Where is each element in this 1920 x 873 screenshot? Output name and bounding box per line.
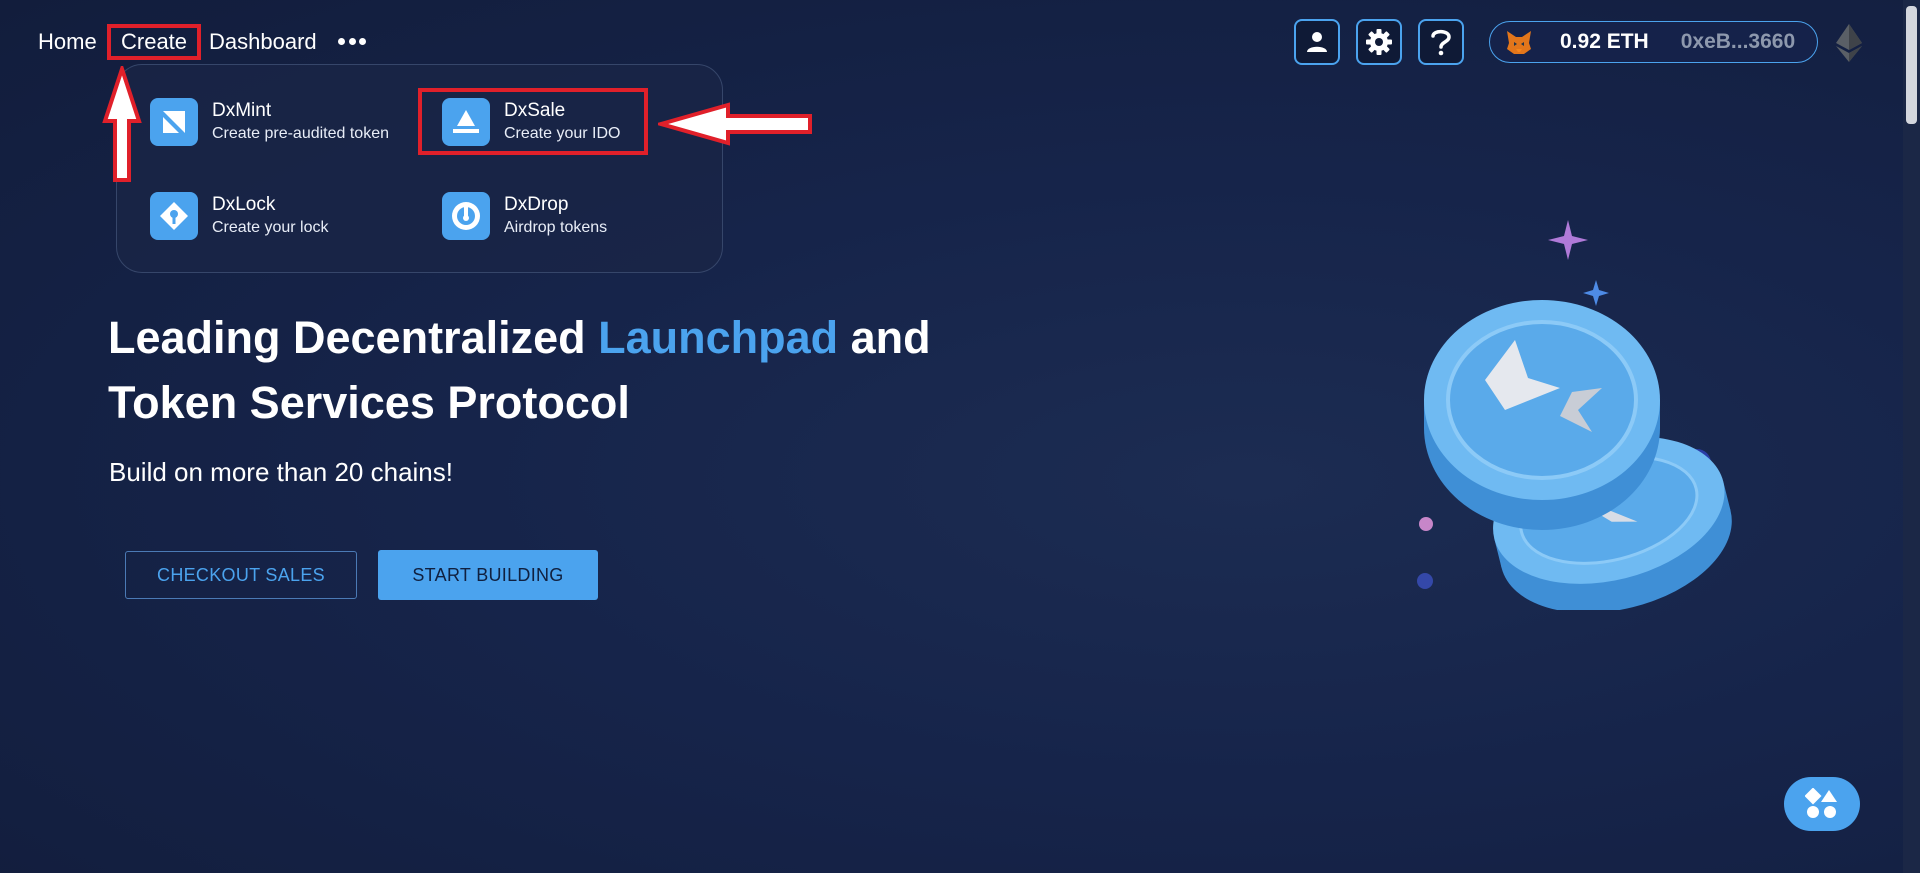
dropdown-item-subtitle: Create your IDO — [504, 125, 621, 142]
hero-title: Leading Decentralized Launchpad and Toke… — [108, 305, 988, 435]
hero-title-part1: Leading Decentralized — [108, 312, 599, 363]
dropdown-item-subtitle: Create pre-audited token — [212, 125, 389, 142]
page-scrollbar[interactable] — [1903, 0, 1920, 873]
settings-button[interactable] — [1356, 19, 1402, 65]
dropdown-item-dxmint[interactable]: DxMint Create pre-audited token — [150, 98, 389, 146]
dropdown-item-title: DxSale — [504, 100, 566, 121]
sparkle-purple — [1548, 220, 1588, 260]
dropdown-item-title: DxMint — [212, 100, 272, 121]
hero-subtitle: Build on more than 20 chains! — [109, 457, 453, 487]
metamask-fox-icon — [1507, 31, 1531, 54]
dropdown-item-subtitle: Airdrop tokens — [504, 219, 608, 236]
help-button[interactable] — [1418, 19, 1464, 65]
apps-fab-button[interactable] — [1784, 777, 1860, 831]
apps-shapes-icon — [1805, 788, 1837, 818]
coins-illustration — [1417, 220, 1732, 610]
wallet-balance: 0.92 ETH — [1560, 30, 1649, 53]
dropdown-item-dxdrop[interactable]: DxDrop Airdrop tokens — [442, 192, 607, 240]
wallet-address: 0xeB...3660 — [1680, 30, 1796, 53]
user-icon — [1307, 32, 1327, 52]
ethereum-icon[interactable] — [1836, 24, 1862, 62]
create-dropdown-menu: DxMint Create pre-audited token DxSale C… — [116, 64, 723, 273]
dropdown-item-title: DxLock — [212, 194, 276, 215]
account-button[interactable] — [1294, 19, 1340, 65]
dropdown-item-dxlock[interactable]: DxLock Create your lock — [150, 192, 329, 240]
dxsale-icon — [442, 98, 490, 146]
gear-icon — [1366, 29, 1392, 55]
dxmint-icon — [150, 98, 198, 146]
dropdown-item-subtitle: Create your lock — [212, 219, 329, 236]
wallet-connect-button[interactable]: 0.92 ETH 0xeB...3660 — [1489, 21, 1818, 63]
scrollbar-thumb[interactable] — [1906, 6, 1917, 124]
start-building-button[interactable]: START BUILDING — [378, 550, 598, 600]
hero-title-accent: Launchpad — [598, 312, 839, 363]
nav-home-link[interactable]: Home — [38, 28, 97, 56]
nav-dashboard-link[interactable]: Dashboard — [209, 28, 317, 56]
more-dots-icon[interactable] — [338, 31, 366, 51]
question-icon — [1431, 29, 1451, 56]
dxdrop-icon — [442, 192, 490, 240]
dropdown-item-dxsale[interactable]: DxSale Create your IDO — [442, 98, 620, 146]
checkout-sales-button[interactable]: CHECKOUT SALES — [125, 551, 357, 599]
dxlock-icon — [150, 192, 198, 240]
nav-create-link[interactable]: Create — [121, 28, 187, 56]
dropdown-item-title: DxDrop — [504, 194, 569, 215]
sparkle-blue — [1583, 280, 1609, 306]
